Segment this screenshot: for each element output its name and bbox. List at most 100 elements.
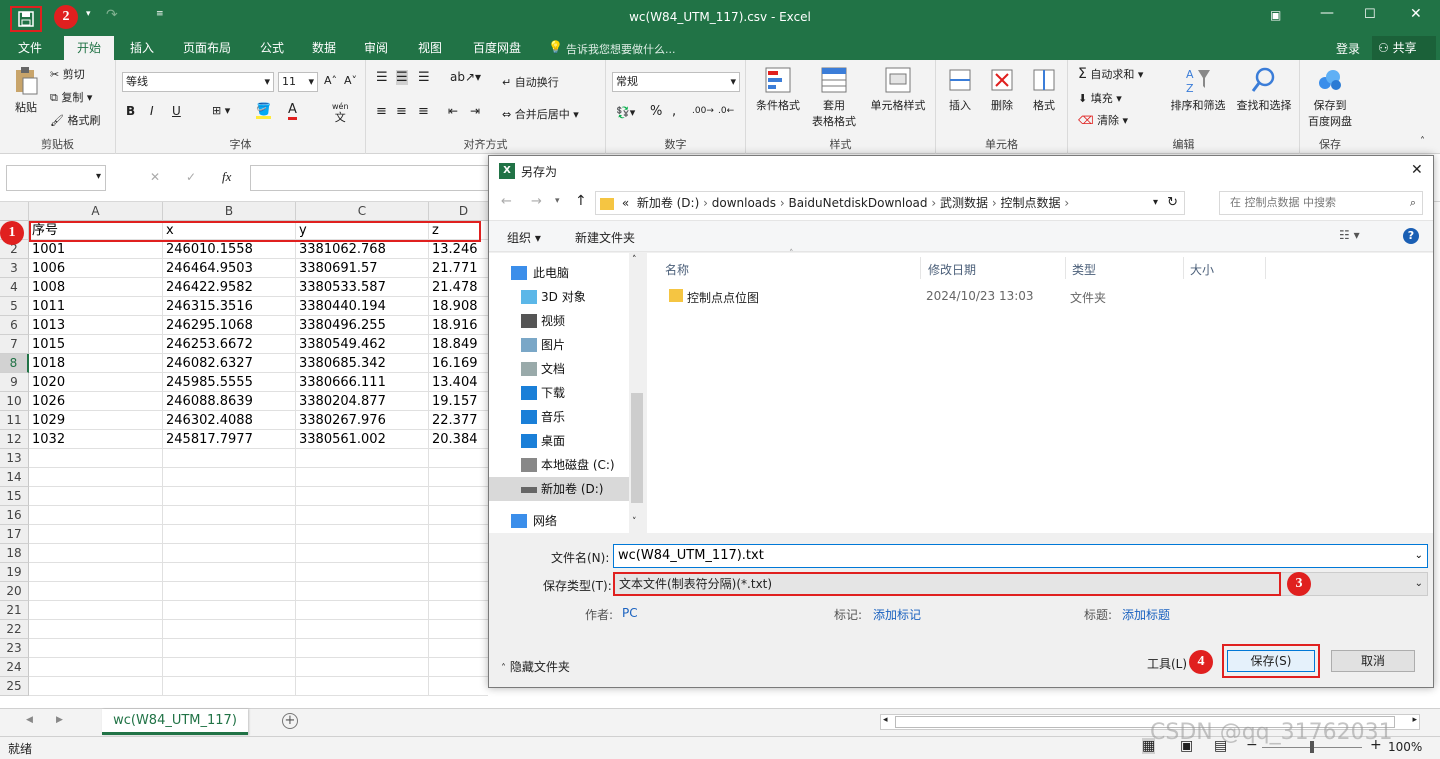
cell[interactable]: 1015: [29, 335, 163, 354]
cell[interactable]: [163, 639, 296, 658]
column-name[interactable]: 名称: [665, 261, 689, 278]
cell[interactable]: [429, 620, 488, 639]
nav-downloads[interactable]: 下载: [489, 381, 629, 405]
cell[interactable]: [163, 658, 296, 677]
qat-dropdown-icon[interactable]: ▾: [86, 9, 91, 19]
row-header[interactable]: 11: [0, 411, 29, 430]
breadcrumb[interactable]: « 新加卷 (D:) › downloads › BaiduNetdiskDow…: [595, 191, 1185, 215]
row-header[interactable]: 16: [0, 506, 29, 525]
cell[interactable]: [296, 544, 429, 563]
cell[interactable]: [429, 525, 488, 544]
underline-button[interactable]: U: [172, 104, 181, 118]
cell[interactable]: 20.384: [429, 430, 488, 449]
row-header[interactable]: 22: [0, 620, 29, 639]
tab-file[interactable]: 文件: [4, 36, 56, 60]
row-header[interactable]: 5: [0, 297, 29, 316]
tab-page-layout[interactable]: 页面布局: [172, 36, 242, 60]
row-header[interactable]: 25: [0, 677, 29, 696]
cell[interactable]: [429, 449, 488, 468]
format-painter-button[interactable]: 🖌 格式刷: [50, 112, 100, 128]
cell[interactable]: [29, 658, 163, 677]
cell[interactable]: 18.908: [429, 297, 488, 316]
maximize-icon[interactable]: ☐: [1364, 7, 1376, 22]
chevron-down-icon[interactable]: ⌄: [1415, 545, 1423, 567]
align-right-icon[interactable]: ≡: [418, 104, 429, 119]
cell[interactable]: [296, 487, 429, 506]
cell[interactable]: [29, 487, 163, 506]
cell[interactable]: [429, 563, 488, 582]
cell[interactable]: 1029: [29, 411, 163, 430]
paste-button[interactable]: 粘贴: [8, 66, 44, 128]
cell[interactable]: [29, 563, 163, 582]
cell[interactable]: 245817.7977: [163, 430, 296, 449]
cell[interactable]: 246010.1558: [163, 240, 296, 259]
cell[interactable]: [163, 620, 296, 639]
tab-home[interactable]: 开始: [64, 36, 114, 60]
orientation-icon[interactable]: ab↗▾: [450, 70, 481, 84]
cancel-formula-icon[interactable]: ✕: [150, 170, 160, 184]
autosum-button[interactable]: Σ 自动求和 ▾: [1078, 66, 1143, 82]
nav-drive-c[interactable]: 本地磁盘 (C:): [489, 453, 629, 477]
cell[interactable]: 3380549.462: [296, 335, 429, 354]
cell[interactable]: 1011: [29, 297, 163, 316]
cell[interactable]: 1032: [29, 430, 163, 449]
forward-icon[interactable]: →: [531, 194, 542, 209]
cell[interactable]: [429, 582, 488, 601]
cell[interactable]: 1006: [29, 259, 163, 278]
cell[interactable]: [29, 601, 163, 620]
align-left-icon[interactable]: ≡: [376, 104, 387, 119]
tab-view[interactable]: 视图: [408, 36, 452, 60]
row-header[interactable]: 9: [0, 373, 29, 392]
scroll-thumb[interactable]: [631, 393, 643, 503]
row-header[interactable]: 10: [0, 392, 29, 411]
column-header[interactable]: A: [29, 202, 163, 221]
column-header[interactable]: C: [296, 202, 429, 221]
cell[interactable]: 246253.6672: [163, 335, 296, 354]
save-icon[interactable]: [10, 6, 42, 32]
breadcrumb-item[interactable]: 武测数据: [940, 196, 988, 210]
cell[interactable]: [429, 677, 488, 696]
file-row[interactable]: 控制点点位图 2024/10/23 13:03 文件夹: [657, 285, 1257, 307]
new-folder-button[interactable]: 新建文件夹: [575, 229, 635, 246]
up-icon[interactable]: ↑: [575, 193, 587, 209]
insert-cells-button[interactable]: 插入: [940, 66, 980, 113]
tab-baidu[interactable]: 百度网盘: [462, 36, 532, 60]
align-top-icon[interactable]: ☰: [376, 70, 388, 85]
row-header[interactable]: 23: [0, 639, 29, 658]
cell[interactable]: [429, 468, 488, 487]
chevron-down-icon[interactable]: ˅: [632, 517, 637, 527]
align-bottom-icon[interactable]: ☰: [418, 70, 430, 85]
cell[interactable]: [163, 582, 296, 601]
cell[interactable]: [163, 525, 296, 544]
chevron-down-icon[interactable]: ▾: [1153, 192, 1158, 214]
row-header[interactable]: 12: [0, 430, 29, 449]
cell[interactable]: [163, 468, 296, 487]
nav-music[interactable]: 音乐: [489, 405, 629, 429]
font-name-select[interactable]: 等线 ▾: [122, 72, 274, 92]
cell[interactable]: 18.849: [429, 335, 488, 354]
cell[interactable]: [296, 601, 429, 620]
zoom-level[interactable]: 100%: [1388, 740, 1422, 754]
hide-folders-toggle[interactable]: ˄ 隐藏文件夹: [501, 658, 570, 675]
clear-button[interactable]: ⌫ 清除 ▾: [1078, 112, 1128, 128]
cell[interactable]: 1020: [29, 373, 163, 392]
delete-cells-button[interactable]: 删除: [982, 66, 1022, 113]
cell[interactable]: [29, 506, 163, 525]
cell[interactable]: 18.916: [429, 316, 488, 335]
collapse-ribbon-icon[interactable]: ˄: [1420, 136, 1425, 147]
cell[interactable]: [163, 563, 296, 582]
cell[interactable]: [296, 506, 429, 525]
dialog-close-icon[interactable]: ✕: [1411, 162, 1423, 178]
indent-decrease-icon[interactable]: ⇤: [448, 104, 458, 118]
phonetic-icon[interactable]: wén 文: [332, 100, 349, 123]
close-icon[interactable]: ✕: [1410, 6, 1422, 22]
cell[interactable]: [296, 563, 429, 582]
cell[interactable]: 3380440.194: [296, 297, 429, 316]
customize-qat-icon[interactable]: ≡: [156, 9, 164, 19]
cell[interactable]: 3380533.587: [296, 278, 429, 297]
row-header[interactable]: 13: [0, 449, 29, 468]
cell[interactable]: 3380561.002: [296, 430, 429, 449]
cell[interactable]: [296, 639, 429, 658]
row-header[interactable]: 24: [0, 658, 29, 677]
grow-font-icon[interactable]: A˄: [324, 74, 337, 87]
